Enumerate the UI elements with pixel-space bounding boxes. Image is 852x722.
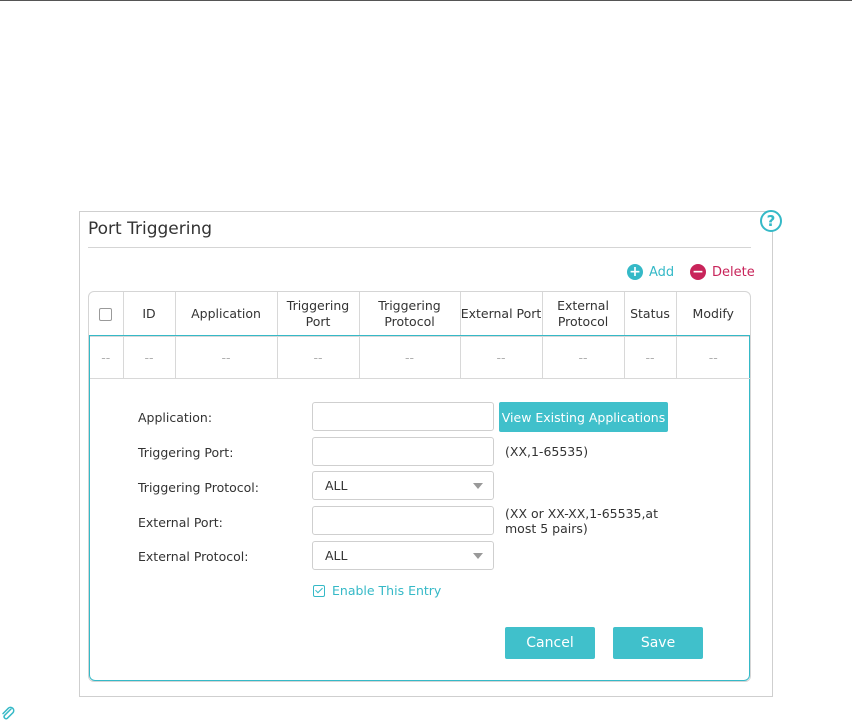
col-external-protocol: External Protocol <box>542 292 625 337</box>
delete-button[interactable]: − Delete <box>690 264 755 280</box>
external-port-label: External Port: <box>138 515 223 530</box>
add-label: Add <box>649 264 675 280</box>
page-title: Port Triggering <box>88 219 213 239</box>
view-existing-applications-button[interactable]: View Existing Applications <box>499 402 668 432</box>
select-all-checkbox[interactable] <box>99 307 113 321</box>
triggering-protocol-select[interactable]: ALL <box>312 471 494 500</box>
plus-circle-icon: + <box>627 264 643 280</box>
table-cell: -- <box>175 336 278 378</box>
external-protocol-select[interactable]: ALL <box>312 541 494 570</box>
table-cell: -- <box>277 336 360 378</box>
col-triggering-port: Triggering Port <box>277 292 360 337</box>
add-button[interactable]: + Add <box>627 264 674 280</box>
title-divider <box>88 247 751 248</box>
col-modify: Modify <box>676 292 750 337</box>
triggering-port-hint: (XX,1-65535) <box>505 444 589 459</box>
application-input[interactable] <box>312 402 494 431</box>
table-cell: -- <box>624 336 677 378</box>
table-cell: -- <box>123 336 176 378</box>
col-status: Status <box>624 292 677 337</box>
question-icon[interactable]: ? <box>760 210 782 232</box>
triggering-port-input[interactable] <box>312 437 494 466</box>
delete-label: Delete <box>712 264 755 280</box>
table-cell: -- <box>89 336 124 378</box>
external-port-input[interactable] <box>312 506 494 535</box>
table-cell: -- <box>708 349 718 365</box>
table-row: -- -- -- -- -- -- -- -- -- <box>89 336 750 378</box>
edit-form-separator <box>90 378 750 379</box>
table-header-row: ID Application Triggering Port Triggerin… <box>89 292 750 337</box>
top-border <box>0 0 852 1</box>
external-protocol-label: External Protocol: <box>138 549 249 564</box>
enable-entry-checkbox[interactable]: Enable This Entry <box>313 583 441 598</box>
external-protocol-value: ALL <box>325 548 348 563</box>
chevron-down-icon <box>473 483 483 489</box>
external-port-hint: (XX or XX-XX,1-65535,at most 5 pairs) <box>505 506 658 536</box>
col-triggering-protocol: Triggering Protocol <box>359 292 461 337</box>
col-external-port: External Port <box>460 292 543 337</box>
enable-entry-label: Enable This Entry <box>332 583 442 598</box>
application-label: Application: <box>138 410 213 425</box>
triggering-protocol-value: ALL <box>325 478 348 493</box>
paperclip-icon <box>2 706 15 720</box>
checkbox-checked-icon <box>313 584 325 597</box>
chevron-down-icon <box>473 553 483 559</box>
table-cell: -- <box>460 336 543 378</box>
cancel-button[interactable]: Cancel <box>505 627 595 659</box>
select-all-cell <box>89 292 124 337</box>
col-application: Application <box>175 292 278 337</box>
col-id: ID <box>123 292 176 337</box>
table-cell: -- <box>542 336 625 378</box>
table-cell: -- <box>359 336 461 378</box>
triggering-protocol-label: Triggering Protocol: <box>138 480 259 495</box>
triggering-port-label: Triggering Port: <box>138 445 234 460</box>
minus-circle-icon: − <box>690 264 706 280</box>
save-button[interactable]: Save <box>613 627 703 659</box>
